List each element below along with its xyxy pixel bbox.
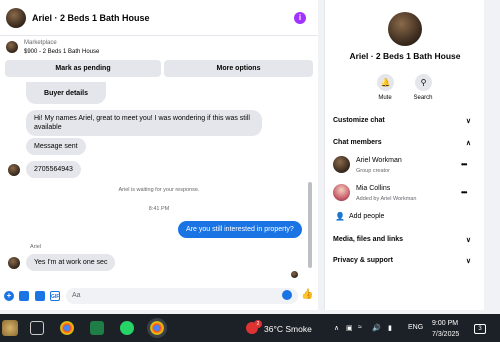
taskbar: 2 36°C Smoke ∧ ▣ ≈ 🔊 ▮ ENG 9:00 PM 7/3/2…: [0, 314, 500, 342]
member-avatar[interactable]: [333, 184, 350, 201]
composer: + GIF Aa 👍: [0, 286, 318, 310]
customize-chat-section[interactable]: Customize chat ∨: [333, 117, 479, 125]
message-input[interactable]: Aa: [66, 288, 298, 304]
mark-as-pending-button[interactable]: Mark as pending: [5, 60, 161, 77]
weather-badge: 2: [254, 320, 262, 328]
seen-indicator-avatar: [291, 271, 298, 278]
member-options-icon[interactable]: •••: [461, 160, 467, 169]
chrome-icon[interactable]: [60, 321, 74, 335]
network-icon[interactable]: ▣: [346, 324, 353, 332]
plus-icon[interactable]: +: [4, 291, 14, 301]
message-bubble: Yes I'm at work one sec: [26, 254, 116, 271]
bell-icon[interactable]: 🔔: [377, 74, 394, 91]
sender-avatar[interactable]: [8, 164, 20, 176]
privacy-support-label: Privacy & support: [333, 257, 393, 264]
timestamp: 8:41 PM: [148, 206, 170, 212]
chat-members-section[interactable]: Chat members ∧: [333, 139, 479, 147]
my-message-bubble: Are you still interested in property?: [178, 221, 302, 238]
add-person-icon[interactable]: 👤: [335, 212, 345, 221]
privacy-support-section[interactable]: Privacy & support ∨: [333, 257, 479, 265]
sender-name: Ariel: [30, 244, 42, 250]
search-icon[interactable]: ⚲: [415, 74, 432, 91]
message-list[interactable]: Buyer details Hi! My names Ariel, great …: [0, 82, 318, 286]
details-title: Ariel · 2 Beds 1 Bath House: [349, 51, 461, 61]
image-icon[interactable]: [19, 291, 29, 301]
info-icon[interactable]: i: [294, 12, 306, 24]
thumbs-up-icon[interactable]: 👍: [301, 289, 313, 300]
waiting-notice: Ariel is waiting for your response.: [118, 187, 200, 193]
listing-price-title[interactable]: $900 - 2 Beds 1 Bath House: [24, 49, 99, 55]
add-people-button[interactable]: Add people: [349, 213, 384, 220]
message-bubble: 2705564943: [26, 161, 81, 178]
page-scrollbar[interactable]: [484, 0, 500, 310]
chevron-down-icon: ∨: [465, 237, 471, 244]
clock-time[interactable]: 9:00 PM: [432, 320, 458, 327]
widgets-icon[interactable]: [2, 320, 18, 336]
task-view-icon[interactable]: [30, 321, 44, 335]
listing-thumbnail[interactable]: [6, 41, 18, 53]
whatsapp-icon[interactable]: [120, 321, 134, 335]
scrollbar-thumb[interactable]: [308, 182, 312, 268]
details-panel: Ariel · 2 Beds 1 Bath House 🔔 Mute ⚲ Sea…: [324, 0, 484, 310]
conversation-title[interactable]: Ariel · 2 Beds 1 Bath House: [32, 13, 150, 23]
listing-avatar[interactable]: [6, 8, 26, 28]
details-avatar[interactable]: [388, 12, 422, 46]
customize-chat-label: Customize chat: [333, 117, 385, 124]
marketplace-label: Marketplace: [24, 40, 57, 46]
weather-text[interactable]: 36°C Smoke: [264, 324, 312, 334]
message-bubble: Hi! My names Ariel, great to meet you! I…: [26, 110, 262, 136]
notification-icon[interactable]: 3: [474, 324, 486, 334]
sender-avatar[interactable]: [8, 257, 20, 269]
member-name[interactable]: Mia Collins: [356, 185, 390, 192]
wifi-icon[interactable]: ≈: [358, 324, 362, 331]
buyer-details-button[interactable]: Buyer details: [26, 82, 106, 104]
mute-label[interactable]: Mute: [365, 95, 405, 101]
clock-date[interactable]: 7/3/2025: [432, 331, 459, 338]
emoji-icon[interactable]: [282, 290, 292, 300]
search-label[interactable]: Search: [403, 95, 443, 101]
chevron-up-icon: ∧: [465, 140, 471, 147]
language-indicator[interactable]: ENG: [408, 324, 423, 331]
chrome-active-icon[interactable]: [150, 321, 164, 335]
spreadsheet-app-icon[interactable]: [90, 321, 104, 335]
volume-icon[interactable]: 🔊: [372, 324, 381, 332]
battery-icon[interactable]: ▮: [388, 324, 392, 332]
member-name[interactable]: Ariel Workman: [356, 157, 402, 164]
chevron-up-icon[interactable]: ∧: [334, 324, 339, 332]
gif-icon[interactable]: GIF: [50, 291, 60, 301]
member-role: Added by Ariel Workman: [356, 196, 417, 202]
chevron-down-icon: ∨: [465, 118, 471, 125]
more-options-button[interactable]: More options: [164, 60, 313, 77]
media-files-section[interactable]: Media, files and links ∨: [333, 236, 479, 244]
message-bubble: Message sent: [26, 138, 86, 155]
chat-members-label: Chat members: [333, 139, 382, 146]
member-role: Group creator: [356, 168, 390, 174]
chevron-down-icon: ∨: [465, 258, 471, 265]
member-options-icon[interactable]: •••: [461, 188, 467, 197]
sticker-icon[interactable]: [35, 291, 45, 301]
conversation-header: Ariel · 2 Beds 1 Bath House i: [0, 0, 318, 36]
member-avatar[interactable]: [333, 156, 350, 173]
media-files-label: Media, files and links: [333, 236, 404, 243]
conversation-panel: Ariel · 2 Beds 1 Bath House i Marketplac…: [0, 0, 318, 310]
